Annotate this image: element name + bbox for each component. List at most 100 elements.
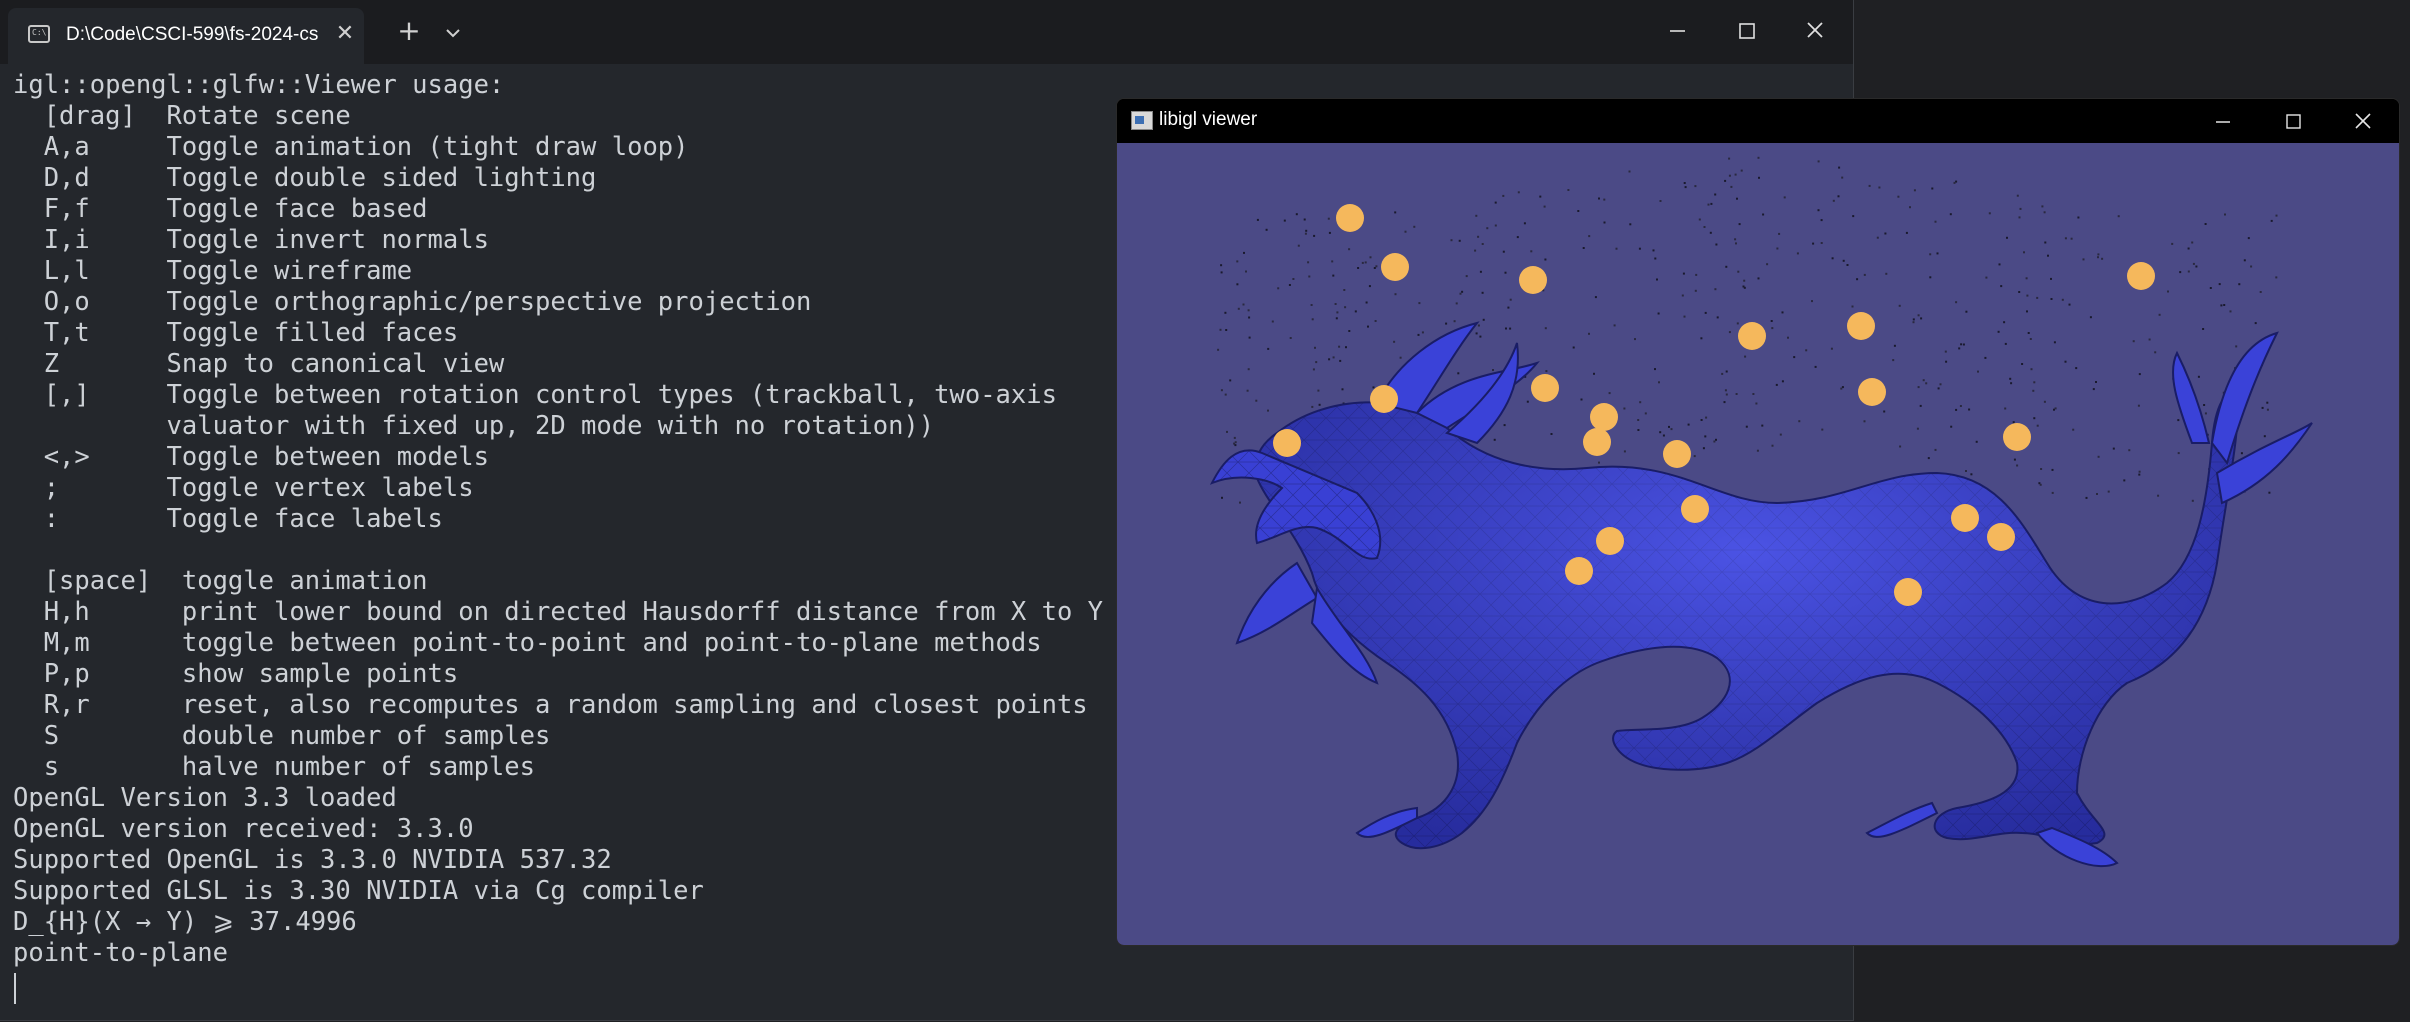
- point-speck: [2009, 377, 2012, 380]
- point-speck: [1693, 455, 1696, 458]
- point-speck: [1303, 218, 1306, 221]
- close-window-button[interactable]: [1793, 10, 1837, 50]
- point-speck: [1817, 209, 1820, 212]
- point-speck: [1504, 271, 1507, 274]
- point-speck: [2224, 213, 2226, 216]
- point-speck: [1876, 236, 1879, 239]
- point-speck: [1778, 232, 1781, 235]
- point-speck: [1331, 260, 1334, 263]
- close-tab-icon[interactable]: ✕: [330, 19, 360, 49]
- point-speck: [1937, 387, 1940, 390]
- point-speck: [1455, 302, 1458, 305]
- point-speck: [2021, 363, 2024, 365]
- point-speck: [2137, 404, 2140, 407]
- point-speck: [2053, 341, 2056, 344]
- point-speck: [1593, 372, 1595, 375]
- point-speck: [1311, 405, 1314, 408]
- new-tab-button[interactable]: +: [392, 16, 426, 50]
- point-speck: [1945, 360, 1948, 363]
- minimize-icon: [2216, 121, 2230, 123]
- point-speck: [2240, 452, 2243, 455]
- point-speck: [1577, 210, 1580, 212]
- point-speck: [1572, 346, 1575, 349]
- point-speck: [1917, 386, 1920, 389]
- point-speck: [1220, 389, 1223, 392]
- point-speck: [1246, 389, 1249, 392]
- point-speck: [1237, 307, 1240, 310]
- point-speck: [1856, 278, 1859, 281]
- point-speck: [1224, 311, 1227, 314]
- point-speck: [1658, 381, 1660, 384]
- point-speck: [1225, 329, 1228, 331]
- point-speck: [1670, 428, 1673, 431]
- point-speck: [1743, 279, 1746, 282]
- sample-point: [1531, 374, 1559, 402]
- point-speck: [2012, 421, 2015, 424]
- close-icon: [2355, 113, 2371, 129]
- point-speck: [2223, 304, 2226, 306]
- point-speck: [1220, 271, 1223, 274]
- viewer-maximize-button[interactable]: [2273, 103, 2313, 139]
- terminal-titlebar: C:\ D:\Code\CSCI-599\fs-2024-cs ✕ +: [0, 0, 1853, 64]
- viewer-close-button[interactable]: [2343, 103, 2383, 139]
- point-speck: [2023, 251, 2025, 254]
- point-speck: [1637, 429, 1640, 431]
- point-speck: [1771, 327, 1774, 330]
- point-speck: [1292, 278, 1295, 280]
- point-speck: [1960, 343, 1963, 346]
- point-speck: [2270, 219, 2273, 222]
- point-speck: [1897, 195, 1900, 198]
- point-speck: [1838, 166, 1841, 169]
- point-speck: [1927, 457, 1930, 460]
- point-speck: [1509, 298, 1512, 301]
- viewer-titlebar[interactable]: libigl viewer: [1117, 99, 2399, 143]
- point-speck: [1883, 410, 1886, 413]
- point-speck: [2132, 340, 2135, 343]
- point-speck: [2128, 449, 2131, 452]
- point-speck: [1310, 304, 1313, 306]
- point-speck: [2204, 412, 2207, 415]
- point-speck: [1781, 380, 1784, 383]
- point-speck: [1796, 252, 1799, 255]
- point-speck: [2019, 207, 2022, 210]
- point-speck: [1723, 401, 1726, 404]
- sample-point: [1596, 527, 1624, 555]
- text-cursor: [14, 973, 16, 1004]
- point-speck: [1958, 347, 1961, 350]
- tab-dropdown-button[interactable]: [436, 16, 470, 50]
- point-speck: [1638, 247, 1641, 250]
- point-speck: [1598, 197, 1600, 200]
- minimize-button[interactable]: [1655, 10, 1699, 50]
- point-speck: [1481, 291, 1484, 294]
- point-speck: [1949, 213, 1952, 216]
- point-speck: [2095, 381, 2097, 383]
- point-speck: [1683, 182, 1686, 184]
- point-speck: [1705, 416, 1708, 419]
- point-speck: [1885, 272, 1888, 275]
- point-speck: [2032, 389, 2035, 392]
- point-speck: [1479, 335, 1482, 338]
- viewer-3d-canvas[interactable]: [1117, 143, 2399, 945]
- point-speck: [1840, 387, 1843, 390]
- point-speck: [1997, 330, 2000, 333]
- point-speck: [2018, 291, 2021, 293]
- viewer-minimize-button[interactable]: [2203, 103, 2243, 139]
- sample-point: [1681, 495, 1709, 523]
- point-speck: [1445, 322, 1448, 325]
- terminal-tab[interactable]: C:\ D:\Code\CSCI-599\fs-2024-cs ✕: [8, 8, 364, 64]
- point-speck: [1912, 321, 1915, 324]
- point-speck: [1486, 227, 1489, 230]
- point-speck: [1348, 248, 1351, 251]
- maximize-button[interactable]: [1724, 10, 1768, 50]
- point-speck: [1745, 425, 1748, 428]
- point-speck: [1413, 225, 1416, 228]
- point-speck: [1934, 448, 1937, 451]
- point-speck: [2238, 283, 2241, 286]
- point-speck: [2247, 237, 2250, 240]
- point-speck: [1364, 261, 1367, 264]
- point-speck: [2053, 408, 2055, 411]
- point-speck: [1598, 461, 1600, 464]
- point-speck: [1710, 202, 1713, 205]
- sample-point: [1858, 378, 1886, 406]
- point-speck: [1312, 368, 1315, 371]
